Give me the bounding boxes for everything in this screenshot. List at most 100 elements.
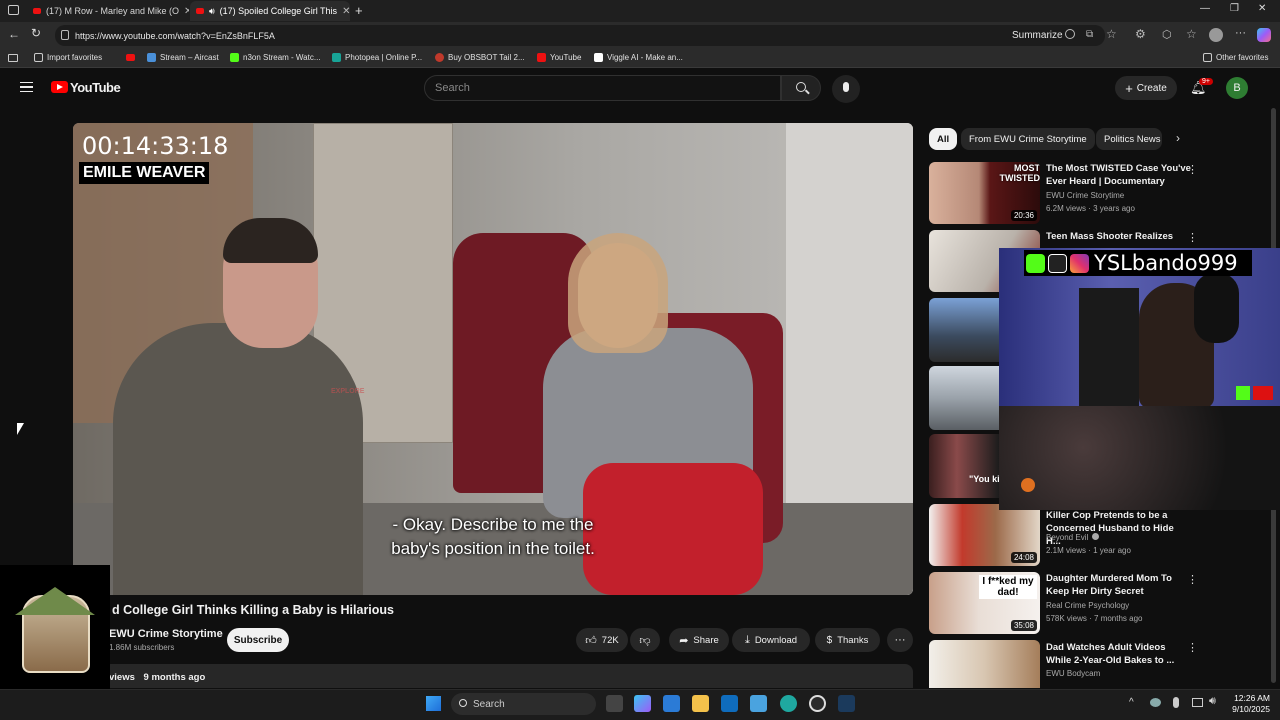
chip-politics-news[interactable]: Politics News (1096, 128, 1162, 150)
bookmark-aircast[interactable]: Stream – Aircast (147, 53, 219, 62)
recommendation-item[interactable]: MOST TWISTED 20:36 The Most TWISTED Case… (929, 162, 1269, 226)
recommendation-thumbnail[interactable] (929, 298, 999, 362)
minimize-icon[interactable]: — (1200, 3, 1210, 14)
recommendation-channel[interactable]: Real Crime Psychology (1046, 601, 1129, 610)
more-vertical-icon[interactable]: ⋮ (1187, 573, 1198, 586)
voice-search-button[interactable] (832, 75, 860, 103)
recommendation-item[interactable]: 24:08 Killer Cop Pretends to be a Concer… (929, 504, 1269, 568)
video-watermark: EXPLORE (331, 388, 365, 395)
recommendation-item[interactable]: I f**ked my dad! 35:08 Daughter Murdered… (929, 572, 1269, 636)
share-button[interactable]: ➦ Share (669, 628, 729, 652)
copilot-icon[interactable] (1257, 28, 1271, 42)
favorites-icon[interactable]: ☆ (1186, 27, 1197, 41)
sidebar-toggle-icon[interactable] (8, 54, 18, 62)
back-icon[interactable]: ← (8, 27, 20, 41)
recommendation-channel[interactable]: EWU Crime Storytime (1046, 191, 1124, 200)
chevron-up-icon[interactable]: ^ (1129, 697, 1134, 708)
account-avatar[interactable]: B (1226, 77, 1248, 99)
tab-actions-icon[interactable] (8, 5, 19, 15)
video-player[interactable]: 00:14:33:18 EMILE WEAVER EXPLORE - Okay.… (73, 123, 913, 595)
site-info-icon[interactable] (61, 30, 69, 40)
obs-icon[interactable] (809, 695, 826, 712)
restore-icon[interactable]: ❐ (1230, 3, 1239, 14)
search-button[interactable] (781, 75, 821, 101)
system-clock[interactable]: 12:26 AM 9/10/2025 (1228, 693, 1270, 715)
steam-icon[interactable] (838, 695, 855, 712)
like-button[interactable]: 👍︎ 72K (576, 628, 628, 652)
thanks-button[interactable]: $ Thanks (815, 628, 880, 652)
recommendation-thumbnail[interactable] (929, 366, 999, 430)
create-button[interactable]: + Create (1115, 76, 1177, 100)
more-vertical-icon[interactable]: ⋮ (1187, 231, 1198, 244)
browser-tab-1[interactable]: (17) M Row - Marley and Mike (O ✕ (27, 1, 189, 21)
channel-name[interactable]: EWU Crime Storytime (109, 628, 223, 640)
bookmark-other-favorites[interactable]: Other favorites (1203, 53, 1268, 62)
window-close-icon[interactable]: ✕ (1258, 3, 1266, 14)
chip-from-channel[interactable]: From EWU Crime Storytime (961, 128, 1095, 150)
extensions-icon[interactable]: ⚙︎ (1135, 27, 1146, 41)
extension-icon[interactable] (1065, 29, 1075, 39)
taskbar-search[interactable]: Search (451, 693, 596, 715)
folder-icon (1203, 53, 1212, 62)
url-field[interactable]: https://www.youtube.com/watch?v=EnZsBnFL… (55, 25, 1105, 46)
recommendation-channel[interactable]: Beyond Evil (1046, 533, 1100, 542)
photos-icon[interactable] (750, 695, 767, 712)
recommendation-title[interactable]: The Most TWISTED Case You've Ever Heard … (1046, 162, 1191, 188)
youtube-favicon-icon[interactable] (126, 54, 135, 61)
description-box[interactable]: views 9 months ago (103, 664, 913, 688)
close-tab-icon[interactable]: ✕ (342, 6, 350, 17)
favorite-star-icon[interactable]: ☆ (1106, 27, 1117, 41)
more-vertical-icon[interactable]: ⋮ (1187, 163, 1198, 176)
store-icon[interactable] (663, 695, 680, 712)
bookmark-viggle[interactable]: Viggle AI - Make an... (594, 53, 683, 62)
edge-icon[interactable] (780, 695, 797, 712)
collections-icon[interactable]: ⬡ (1162, 28, 1172, 41)
close-tab-icon[interactable]: ✕ (184, 6, 189, 17)
recommendation-thumbnail[interactable]: 24:08 (929, 504, 1040, 566)
recommendation-channel[interactable]: EWU Bodycam (1046, 669, 1100, 678)
microphone-tray-icon[interactable] (1173, 697, 1179, 708)
recommendation-title[interactable]: Dad Watches Adult Videos While 2-Year-Ol… (1046, 641, 1191, 667)
more-vertical-icon[interactable]: ⋮ (1187, 641, 1198, 654)
dislike-button[interactable]: 👎︎ (630, 628, 660, 652)
bookmark-youtube[interactable]: YouTube (537, 53, 581, 62)
chevron-right-icon[interactable]: › (1176, 131, 1180, 145)
network-tray-icon[interactable] (1150, 698, 1161, 707)
speaker-icon[interactable]: 🔊︎ (209, 6, 215, 17)
chip-all[interactable]: All (929, 128, 958, 150)
recommendation-title[interactable]: Daughter Murdered Mom To Keep Her Dirty … (1046, 572, 1191, 598)
recommendation-thumbnail[interactable] (929, 640, 1040, 688)
bookmark-n3on[interactable]: n3on Stream - Watc... (230, 53, 321, 62)
summarize-button[interactable]: Summarize (1012, 30, 1063, 41)
more-actions-button[interactable]: ··· (887, 628, 913, 652)
outlook-icon[interactable] (721, 695, 738, 712)
recommendation-thumbnail[interactable]: "You kill (929, 434, 999, 498)
task-view-icon[interactable] (606, 695, 623, 712)
recommendation-title[interactable]: Teen Mass Shooter Realizes (1046, 230, 1191, 243)
recommendation-item[interactable]: Dad Watches Adult Videos While 2-Year-Ol… (929, 640, 1269, 688)
new-tab-icon[interactable]: + (355, 3, 363, 18)
webcam-overlay (999, 248, 1280, 510)
refresh-icon[interactable]: ↻ (31, 26, 41, 40)
youtube-logo-icon[interactable] (51, 81, 68, 93)
bookmark-obsbot[interactable]: Buy OBSBOT Tail 2... (435, 53, 525, 62)
volume-tray-icon[interactable]: 🔊︎ (1209, 695, 1216, 708)
browser-tab-2[interactable]: 🔊︎ (17) Spoiled College Girl This ✕ (190, 1, 350, 21)
bookmark-photopea[interactable]: Photopea | Online P... (332, 53, 422, 62)
more-menu-icon[interactable]: ··· (1235, 27, 1246, 39)
recommendation-title[interactable]: Killer Cop Pretends to be a Concerned Hu… (1046, 509, 1191, 548)
youtube-logo-text[interactable]: YouTube (70, 80, 121, 95)
profile-avatar-icon[interactable] (1209, 28, 1223, 42)
hamburger-menu-icon[interactable] (20, 82, 33, 92)
display-tray-icon[interactable] (1192, 698, 1203, 707)
start-icon[interactable] (426, 696, 441, 711)
recommendation-thumbnail[interactable]: I f**ked my dad! 35:08 (929, 572, 1040, 634)
recommendation-thumbnail[interactable]: MOST TWISTED 20:36 (929, 162, 1040, 224)
subscribe-button[interactable]: Subscribe (227, 628, 289, 652)
copilot-icon[interactable] (634, 695, 651, 712)
download-button[interactable]: ⤓ Download (732, 628, 810, 652)
search-input[interactable]: Search (424, 75, 781, 101)
file-explorer-icon[interactable] (692, 695, 709, 712)
reading-icon[interactable]: ⧉ (1086, 29, 1093, 40)
bookmark-import-favorites[interactable]: Import favorites (34, 53, 102, 62)
